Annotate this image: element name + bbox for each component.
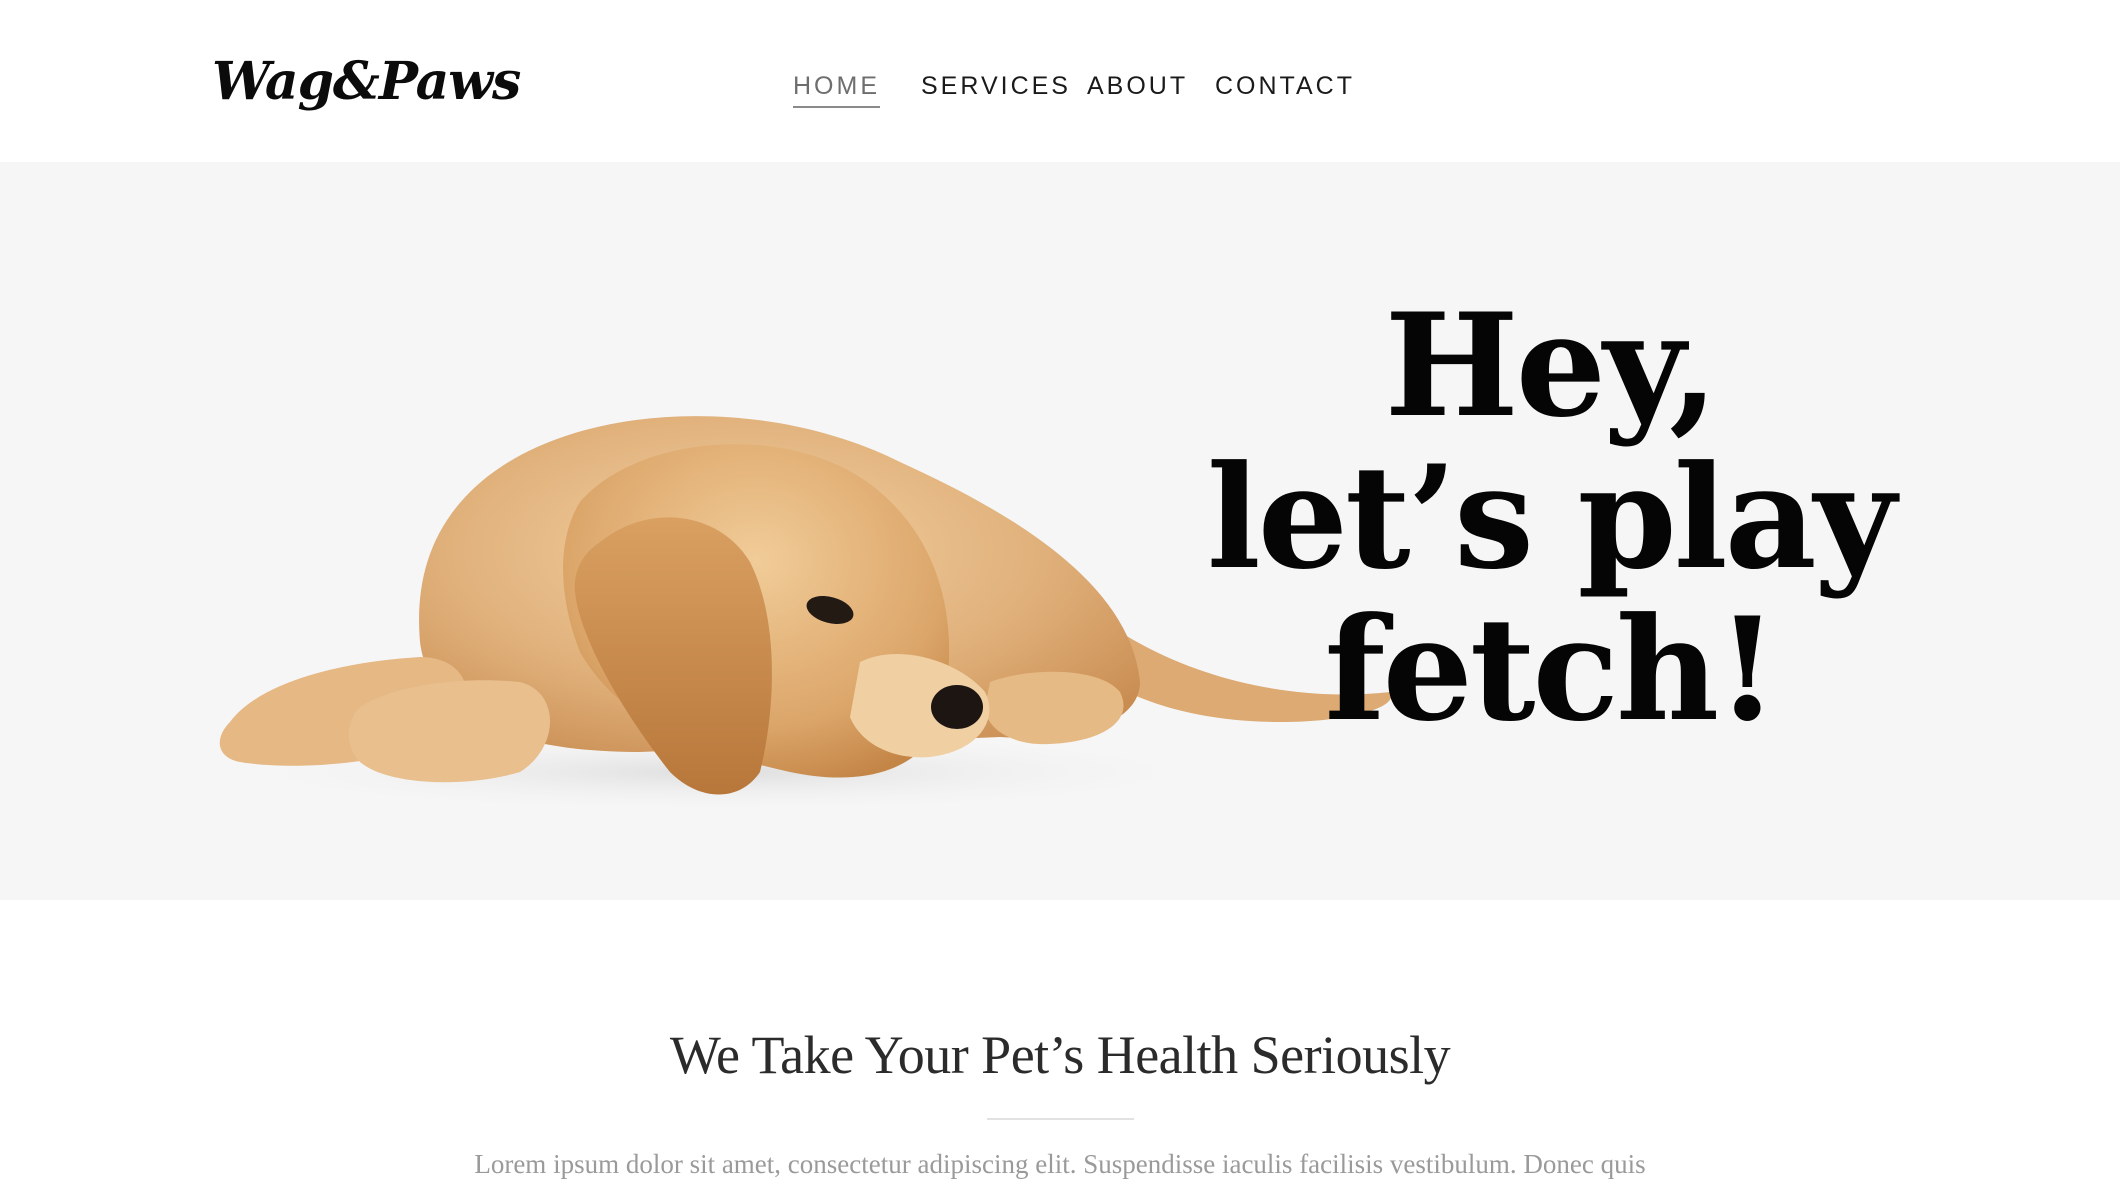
hero-heading-line-2: let’s play	[1206, 435, 1896, 601]
main-nav: HOME SERVICES ABOUT CONTACT	[0, 0, 2120, 162]
hero-heading: Hey, let’s play fetch!	[1190, 290, 1910, 746]
hero-heading-line-3: fetch!	[1324, 587, 1778, 753]
hero-banner: Hey, let’s play fetch!	[0, 162, 2120, 900]
nav-contact[interactable]: CONTACT	[1215, 70, 1355, 102]
nav-about[interactable]: ABOUT	[1087, 70, 1188, 102]
section-title: We Take Your Pet’s Health Seriously	[669, 1025, 1451, 1085]
hero-heading-line-1: Hey,	[1384, 283, 1719, 449]
nav-services[interactable]: SERVICES	[921, 70, 1071, 102]
section-text: Lorem ipsum dolor sit amet, consectetur …	[474, 1149, 1646, 1179]
section-divider	[987, 1118, 1134, 1120]
nav-home[interactable]: HOME	[793, 70, 880, 108]
site-header: Wag&Paws HOME SERVICES ABOUT CONTACT	[0, 0, 2120, 162]
